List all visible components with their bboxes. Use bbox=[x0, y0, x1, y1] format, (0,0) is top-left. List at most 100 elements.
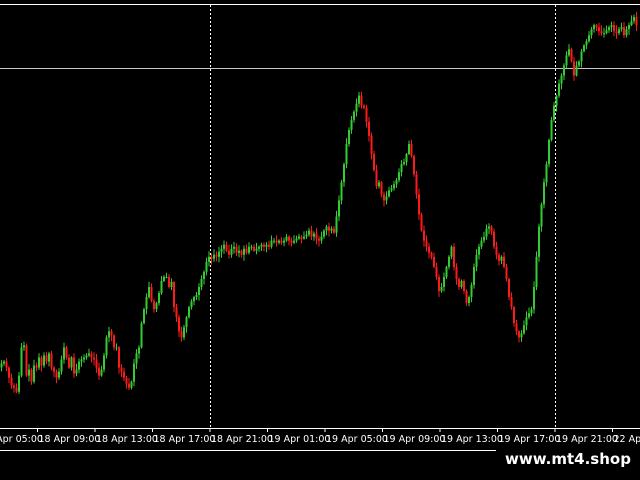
bull-candle-body bbox=[440, 287, 443, 292]
bull-candle-body bbox=[270, 240, 273, 247]
bull-candle-body bbox=[353, 111, 355, 120]
bull-candle-body bbox=[20, 347, 23, 376]
bear-candle-body bbox=[600, 31, 603, 34]
bull-candle-body bbox=[320, 236, 323, 241]
bull-candle-body bbox=[403, 162, 405, 165]
bear-candle-body bbox=[263, 244, 265, 247]
bull-candle-body bbox=[350, 119, 353, 130]
bull-candle-body bbox=[85, 355, 88, 358]
bull-candle-body bbox=[148, 287, 150, 298]
bull-candle-body bbox=[540, 204, 543, 227]
bear-candle-body bbox=[595, 25, 598, 28]
bull-candle-body bbox=[160, 280, 163, 294]
bear-candle-body bbox=[225, 244, 228, 251]
bull-candle-body bbox=[488, 226, 490, 229]
bull-candle-body bbox=[243, 248, 245, 255]
bear-candle-body bbox=[503, 256, 505, 267]
bear-candle-body bbox=[435, 266, 438, 277]
bull-candle-body bbox=[378, 182, 380, 187]
bull-candle-body bbox=[185, 317, 188, 328]
x-tick-label: 22 Apr 01:00 bbox=[614, 434, 640, 445]
bull-candle-body bbox=[633, 17, 635, 22]
bear-candle-body bbox=[10, 377, 13, 386]
bull-candle-body bbox=[528, 313, 530, 318]
x-tick-label: 18 Apr 17:00 bbox=[154, 434, 216, 445]
bull-candle-body bbox=[230, 248, 233, 255]
bull-candle-body bbox=[475, 254, 478, 267]
bull-candle-body bbox=[198, 287, 200, 296]
bull-candle-body bbox=[445, 266, 448, 277]
bear-candle-body bbox=[98, 367, 100, 376]
bear-candle-body bbox=[93, 357, 95, 360]
bear-candle-body bbox=[613, 25, 615, 32]
x-tick-label: 19 Apr 21:00 bbox=[556, 434, 618, 445]
bull-candle-body bbox=[295, 238, 298, 241]
bear-candle-body bbox=[383, 194, 385, 201]
bull-candle-body bbox=[473, 266, 475, 285]
bull-candle-body bbox=[303, 236, 305, 239]
bull-candle-body bbox=[568, 49, 570, 56]
bull-candle-body bbox=[345, 143, 348, 165]
bear-candle-body bbox=[623, 27, 625, 36]
bull-candle-body bbox=[608, 27, 610, 31]
bull-candle-body bbox=[103, 355, 105, 370]
bull-candle-body bbox=[408, 143, 410, 155]
bull-candle-body bbox=[448, 256, 450, 267]
bull-candle-body bbox=[485, 228, 488, 237]
bull-candle-body bbox=[325, 226, 328, 231]
bear-candle-body bbox=[518, 331, 520, 338]
bull-candle-body bbox=[603, 33, 605, 35]
bear-candle-body bbox=[430, 252, 433, 257]
bear-candle-body bbox=[153, 301, 155, 310]
bear-candle-body bbox=[253, 246, 255, 251]
bull-candle-body bbox=[468, 297, 470, 304]
bull-candle-body bbox=[80, 359, 83, 362]
bull-candle-body bbox=[330, 228, 333, 231]
bear-candle-body bbox=[40, 357, 43, 366]
bull-candle-body bbox=[548, 139, 550, 165]
bull-candle-body bbox=[165, 276, 168, 278]
bull-candle-body bbox=[155, 303, 158, 310]
bear-candle-body bbox=[288, 236, 290, 241]
bull-candle-body bbox=[400, 164, 403, 173]
bull-candle-body bbox=[580, 51, 583, 62]
bull-candle-body bbox=[3, 361, 5, 364]
bull-candle-body bbox=[250, 246, 253, 248]
bear-candle-body bbox=[300, 236, 303, 239]
bear-candle-body bbox=[228, 250, 230, 255]
bull-candle-body bbox=[340, 182, 343, 201]
bear-candle-body bbox=[453, 246, 455, 267]
bull-candle-body bbox=[533, 287, 535, 310]
bear-candle-body bbox=[240, 250, 243, 255]
bull-candle-body bbox=[335, 216, 338, 233]
bear-candle-body bbox=[370, 135, 373, 155]
bear-candle-body bbox=[180, 331, 183, 338]
bear-candle-body bbox=[410, 143, 413, 157]
bull-candle-body bbox=[140, 323, 143, 348]
bull-candle-body bbox=[33, 365, 35, 382]
bull-candle-body bbox=[265, 244, 268, 247]
bull-candle-body bbox=[213, 254, 215, 259]
bear-candle-body bbox=[635, 17, 638, 26]
bear-candle-body bbox=[515, 323, 518, 332]
bear-candle-body bbox=[175, 307, 178, 318]
bull-candle-body bbox=[298, 236, 300, 239]
bull-candle-body bbox=[538, 226, 540, 257]
bear-candle-body bbox=[8, 367, 10, 378]
bull-candle-body bbox=[358, 95, 360, 104]
bear-candle-body bbox=[120, 367, 123, 372]
bear-candle-body bbox=[508, 278, 510, 298]
bear-candle-body bbox=[433, 256, 435, 267]
bear-candle-body bbox=[428, 246, 430, 253]
bull-candle-body bbox=[105, 337, 108, 356]
bear-candle-body bbox=[95, 359, 98, 368]
bear-candle-body bbox=[178, 317, 180, 332]
bear-candle-body bbox=[425, 240, 428, 247]
bull-candle-body bbox=[555, 95, 558, 106]
bull-candle-body bbox=[388, 190, 390, 197]
bear-candle-body bbox=[50, 353, 53, 368]
bull-candle-body bbox=[610, 25, 613, 28]
bull-candle-body bbox=[70, 357, 73, 368]
bear-candle-body bbox=[310, 230, 313, 237]
bull-candle-body bbox=[145, 297, 148, 310]
